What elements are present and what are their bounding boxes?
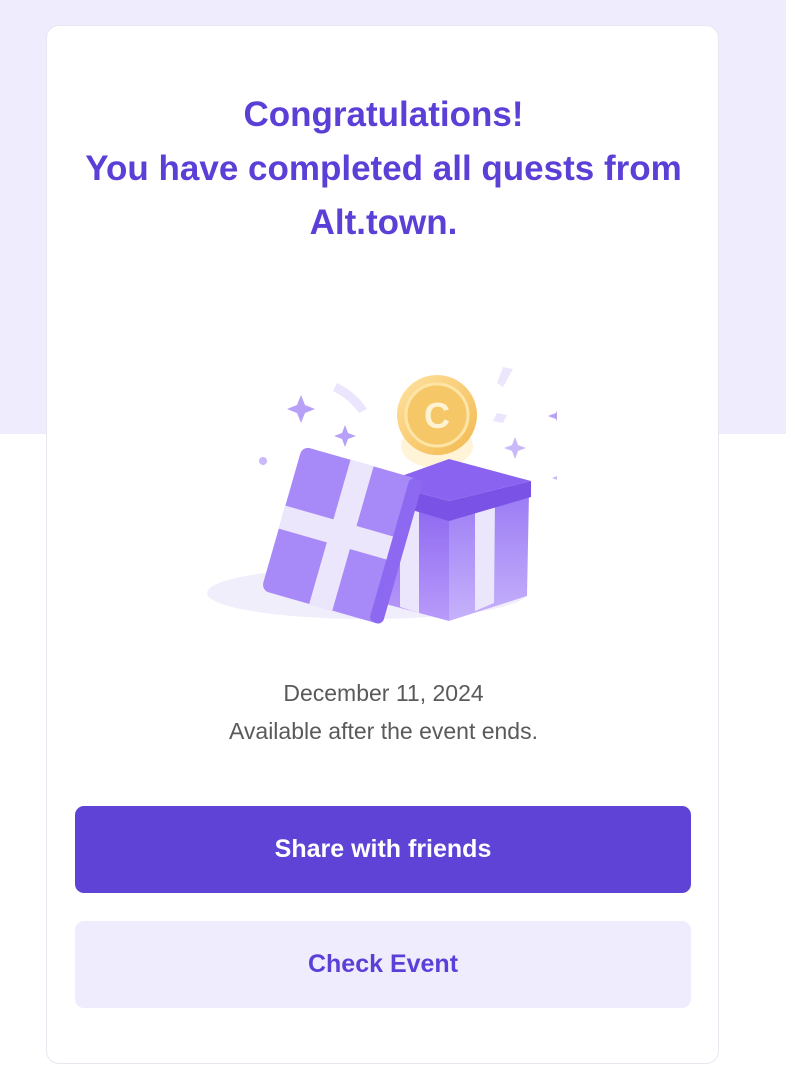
svg-text:C: C bbox=[424, 395, 450, 436]
event-date: December 11, 2024 bbox=[283, 680, 484, 706]
availability-note: Available after the event ends. bbox=[228, 718, 538, 744]
share-with-friends-button[interactable]: Share with friends bbox=[75, 806, 691, 893]
quest-complete-card: Congratulations! You have completed all … bbox=[46, 25, 719, 1064]
congratulations-line: Congratulations! bbox=[243, 95, 524, 134]
check-event-button[interactable]: Check Event bbox=[75, 921, 691, 1008]
gift-box-icon: C bbox=[207, 367, 557, 624]
quest-source-line: Alt.town. bbox=[309, 203, 458, 242]
event-info: December 11, 2024 Available after the ev… bbox=[47, 674, 720, 750]
congratulations-heading: Congratulations! You have completed all … bbox=[47, 88, 720, 250]
completed-quests-line: You have completed all quests from bbox=[85, 149, 682, 188]
